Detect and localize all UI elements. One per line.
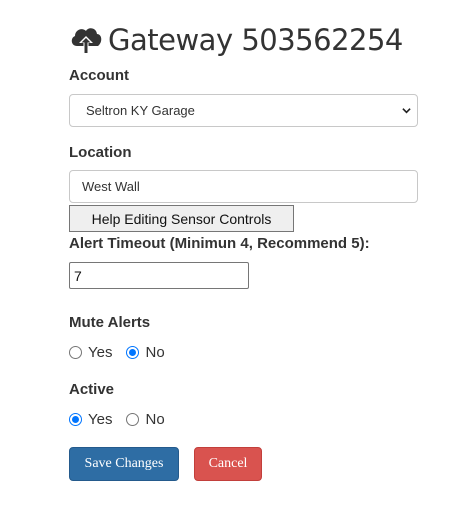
mute-alerts-label: Mute Alerts — [69, 314, 151, 331]
active-yes-radio[interactable] — [69, 413, 82, 426]
account-label: Account — [69, 67, 129, 84]
location-input[interactable]: West Wall — [69, 170, 418, 203]
chevron-down-icon — [402, 108, 411, 114]
alert-timeout-label: Alert Timeout (Minimun 4, Recommend 5): — [69, 235, 370, 252]
active-yes-label[interactable]: Yes — [88, 411, 112, 428]
save-changes-button[interactable]: Save Changes — [69, 447, 179, 481]
alert-timeout-value: 7 — [74, 267, 82, 284]
account-select-value: Seltron KY Garage — [86, 103, 195, 118]
mute-alerts-radio-group: Yes No — [69, 344, 179, 361]
location-label: Location — [69, 144, 132, 161]
mute-alerts-yes-radio[interactable] — [69, 346, 82, 359]
active-no-label[interactable]: No — [145, 411, 164, 428]
location-input-value: West Wall — [82, 179, 140, 194]
alert-timeout-input[interactable]: 7 — [69, 262, 249, 289]
mute-alerts-no-radio[interactable] — [126, 346, 140, 359]
help-editing-button[interactable]: Help Editing Sensor Controls — [69, 205, 294, 232]
active-label: Active — [69, 381, 115, 398]
cloud-upload-icon — [71, 28, 102, 54]
mute-alerts-yes-label[interactable]: Yes — [88, 344, 112, 361]
active-radio-group: Yes No — [69, 411, 179, 428]
page-header: Gateway 503562254 — [69, 20, 403, 60]
account-select[interactable]: Seltron KY Garage — [69, 94, 418, 127]
mute-alerts-no-label[interactable]: No — [145, 344, 164, 361]
active-no-radio[interactable] — [126, 413, 140, 426]
cancel-button[interactable]: Cancel — [194, 447, 262, 481]
page-title: Gateway 503562254 — [108, 23, 403, 57]
